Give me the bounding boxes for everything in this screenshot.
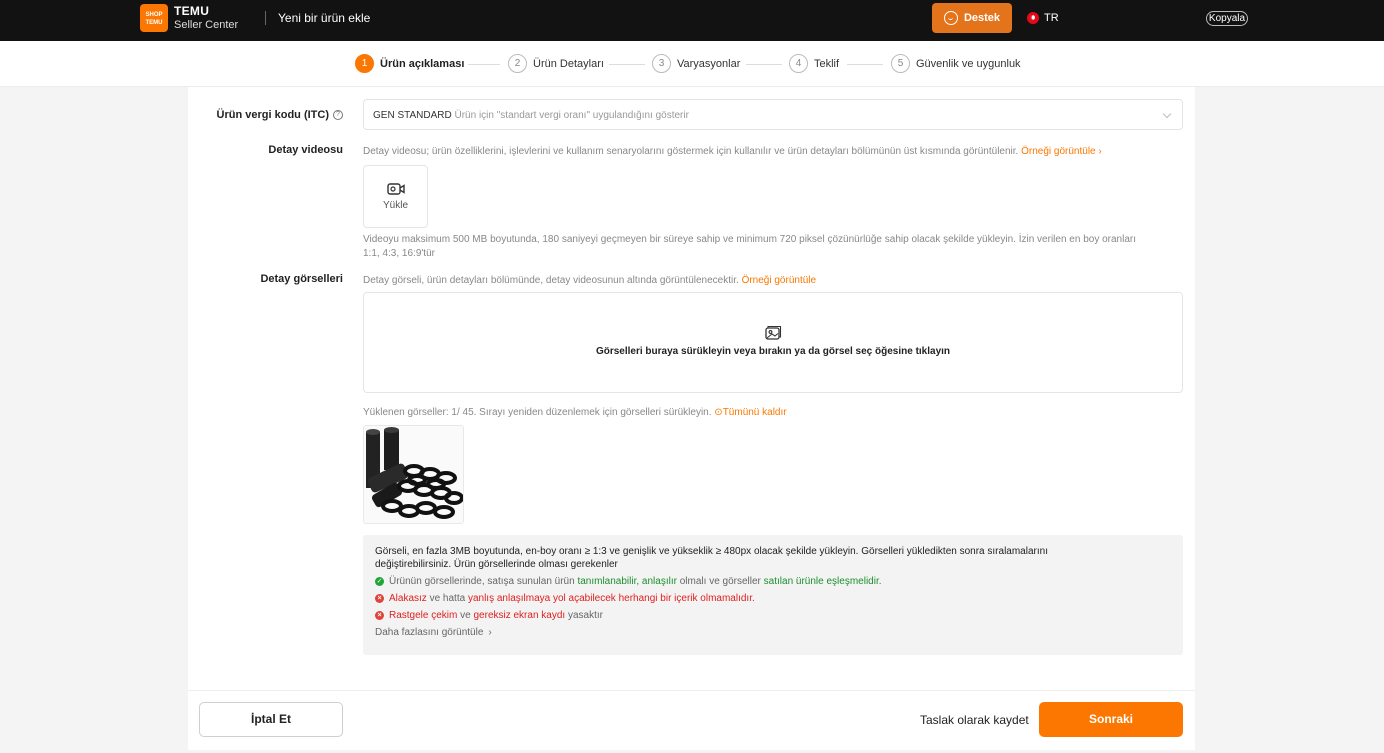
help-icon[interactable]: ? xyxy=(333,110,343,121)
uploaded-count-text: Yüklenen görseller: 1/ 45. Sırayı yenide… xyxy=(363,407,712,418)
rule-3-part-b: ve xyxy=(460,610,471,621)
language-label: TR xyxy=(1044,12,1059,24)
brand-name: TEMU xyxy=(174,4,210,18)
trash-icon: ⊙ xyxy=(714,407,723,418)
step-label: Ürün açıklaması xyxy=(380,57,465,70)
remove-all-link[interactable]: ⊙Tümünü kaldır xyxy=(714,407,786,418)
guideline-rule-2: × Alakasız ve hatta yanlış anlaşılmaya y… xyxy=(375,592,1171,605)
rule-1-part-c: olmalı ve görseller xyxy=(679,576,761,587)
video-requirements-line-1: Videoyu maksimum 500 MB boyutunda, 180 s… xyxy=(363,234,1136,245)
rule-1-part-a: Ürünün görsellerinde, satışa sunulan ürü… xyxy=(389,576,575,587)
step-5[interactable]: 5 Güvenlik ve uygunluk xyxy=(891,54,1021,73)
step-2[interactable]: 2 Ürün Detayları xyxy=(508,54,604,73)
top-bar: SHOP TEMU TEMU Seller Center Yeni bir ürü… xyxy=(0,0,1384,41)
uploaded-image-thumbnail[interactable] xyxy=(363,425,464,524)
smile-icon xyxy=(943,11,958,25)
step-label: Güvenlik ve uygunluk xyxy=(916,57,1021,70)
video-requirements-line-2: 1:1, 4:3, 16:9'tür xyxy=(363,248,435,259)
guidelines-intro-line-1: Görseli, en fazla 3MB boyutunda, en-boy … xyxy=(375,546,1048,557)
chevron-down-icon xyxy=(1162,109,1172,119)
rule-1-part-d: satılan ürünle eşleşmelidir. xyxy=(763,576,882,587)
cross-icon: × xyxy=(375,611,384,620)
image-upload-icon xyxy=(765,325,782,340)
cancel-button[interactable]: İptal Et xyxy=(199,702,343,737)
step-label: Varyasyonlar xyxy=(677,57,741,70)
save-draft-button[interactable]: Taslak olarak kaydet xyxy=(920,713,1029,727)
guideline-rule-1: ✓ Ürünün görsellerinde, satışa sunulan ü… xyxy=(375,575,1171,588)
step-number: 4 xyxy=(789,54,808,73)
tax-code-select[interactable]: GEN STANDARD Ürün için "standart vergi o… xyxy=(363,99,1183,130)
detail-images-hint-text: Detay görseli, ürün detayları bölümünde,… xyxy=(363,275,739,286)
step-progress: 1 Ürün açıklaması 2 Ürün Detayları 3 Var… xyxy=(0,41,1384,87)
remove-all-label: Tümünü kaldır xyxy=(722,407,787,418)
see-more-link[interactable]: Daha fazlasını görüntüle › xyxy=(375,626,1171,639)
step-number: 1 xyxy=(355,54,374,73)
step-3[interactable]: 3 Varyasyonlar xyxy=(652,54,740,73)
video-requirements: Videoyu maksimum 500 MB boyutunda, 180 s… xyxy=(363,233,1183,261)
guidelines-intro: Görseli, en fazla 3MB boyutunda, en-boy … xyxy=(375,545,1171,571)
video-example-link[interactable]: Örneği görüntüle › xyxy=(1021,146,1102,157)
rule-2-part-b: ve hatta xyxy=(429,593,466,604)
uploaded-images-info: Yüklenen görseller: 1/ 45. Sırayı yenide… xyxy=(363,407,787,418)
rule-2-part-c: yanlış anlaşılmaya yol açabilecek herhan… xyxy=(467,593,755,604)
detail-images-label: Detay görselleri xyxy=(260,273,343,285)
rule-3-part-c: gereksiz ekran kaydı xyxy=(473,610,566,621)
brand: TEMU Seller Center xyxy=(174,5,238,31)
step-label: Ürün Detayları xyxy=(533,57,604,70)
divider xyxy=(265,11,266,25)
support-button[interactable]: Destek xyxy=(932,3,1012,33)
step-connector xyxy=(609,64,645,65)
dropzone-text: Görselleri buraya sürükleyin veya bırakı… xyxy=(595,346,951,357)
cross-icon: × xyxy=(375,594,384,603)
step-number: 2 xyxy=(508,54,527,73)
video-example-link-label: Örneği görüntüle xyxy=(1021,146,1096,157)
page-title: Yeni bir ürün ekle xyxy=(278,11,371,25)
step-1[interactable]: 1 Ürün açıklaması xyxy=(355,54,464,73)
rule-3-part-d: yasaktır xyxy=(567,610,603,621)
turkey-flag-icon xyxy=(1027,12,1039,24)
check-icon: ✓ xyxy=(375,577,384,586)
step-connector xyxy=(847,64,883,65)
images-example-link[interactable]: Örneği görüntüle xyxy=(742,275,817,286)
support-label: Destek xyxy=(963,12,1001,24)
tax-code-label: Ürün vergi kodu (ITC)? xyxy=(217,109,343,121)
rule-3-part-a: Rastgele çekim xyxy=(389,610,458,621)
detail-video-hint: Detay videosu; ürün özelliklerini, işlev… xyxy=(363,146,1102,157)
step-number: 5 xyxy=(891,54,910,73)
tax-code-value: GEN STANDARD xyxy=(373,110,452,121)
next-button[interactable]: Sonraki xyxy=(1039,702,1183,737)
guideline-rule-3: × Rastgele çekim ve gereksiz ekran kaydı… xyxy=(375,609,1171,622)
detail-video-label: Detay videosu xyxy=(268,144,343,156)
guidelines-intro-line-2: değiştirebilirsiniz. Ürün görsellerinde … xyxy=(375,559,618,570)
tax-code-desc: Ürün için "standart vergi oranı" uygulan… xyxy=(454,110,689,121)
step-label: Teklif xyxy=(814,57,840,70)
brand-sub: Seller Center xyxy=(174,19,239,31)
chevron-right-icon: › xyxy=(488,627,492,638)
step-number: 3 xyxy=(652,54,671,73)
step-connector xyxy=(468,64,500,65)
copy-button[interactable]: Kopyala xyxy=(1206,11,1248,26)
tax-code-label-text: Ürün vergi kodu (ITC) xyxy=(216,109,329,121)
temu-logo[interactable]: SHOP TEMU xyxy=(140,4,168,32)
image-guidelines: Görseli, en fazla 3MB boyutunda, en-boy … xyxy=(363,535,1183,655)
video-upload-icon xyxy=(386,183,405,195)
video-upload-button[interactable]: Yükle xyxy=(363,165,428,228)
detail-video-hint-text: Detay videosu; ürün özelliklerini, işlev… xyxy=(363,146,1019,157)
rule-2-part-a: Alakasız xyxy=(389,593,427,604)
step-4[interactable]: 4 Teklif xyxy=(789,54,839,73)
see-more-label: Daha fazlasını görüntüle xyxy=(375,627,484,638)
step-connector xyxy=(746,64,782,65)
upload-label: Yükle xyxy=(382,200,408,211)
rule-1-part-b: tanımlanabilir, anlaşılır xyxy=(577,576,677,587)
detail-images-hint: Detay görseli, ürün detayları bölümünde,… xyxy=(363,275,816,286)
language-selector[interactable]: TR xyxy=(1027,12,1059,24)
product-image xyxy=(364,426,463,523)
image-dropzone[interactable]: Görselleri buraya sürükleyin veya bırakı… xyxy=(363,292,1183,393)
